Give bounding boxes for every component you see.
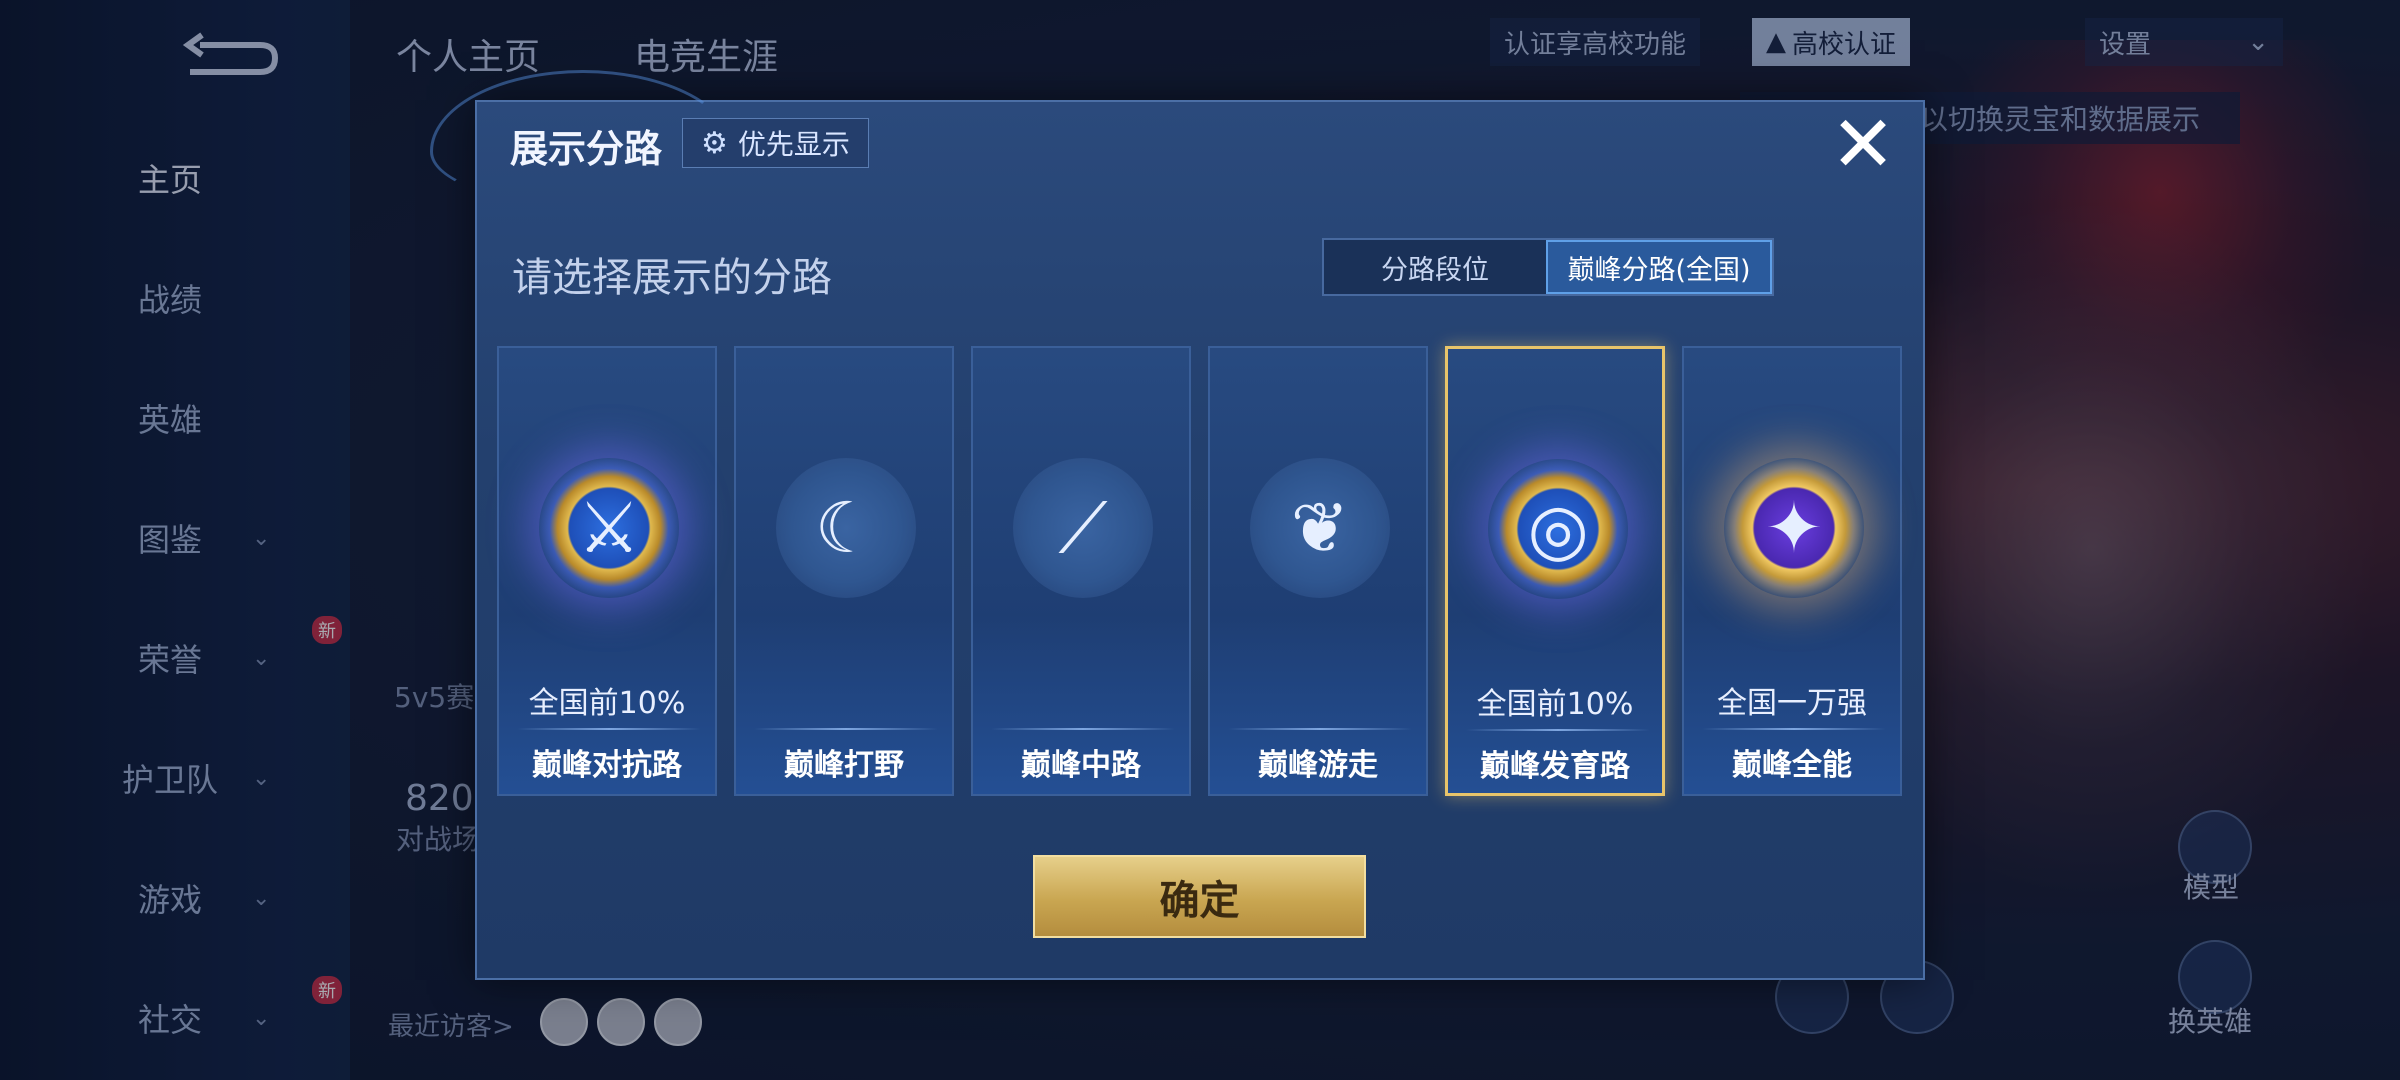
lane-symbol-icon: ⚔ [577, 487, 641, 569]
lane-card[interactable]: ⟋ 巅峰中路 [971, 346, 1191, 796]
priority-display-label: 优先显示 [737, 128, 850, 161]
lane-mode-toggle: 分路段位 巅峰分路(全国) [1322, 238, 1774, 296]
lane-card-list: ⚔ 全国前10% 巅峰对抗路 ☾ 巅峰打野 ⟋ 巅峰中路 ❦ 巅峰游走 ◎ 全国前10% 巅峰发育路 ✦… [497, 346, 1903, 796]
priority-display-button[interactable]: ⚙ 优先显示 [682, 118, 869, 168]
lane-rank-text: 全国前10% [528, 686, 686, 721]
card-divider [1466, 729, 1650, 731]
lane-card[interactable]: ✦ 全国一万强巅峰全能 [1682, 346, 1902, 796]
lane-symbol-icon: ☾ [814, 487, 878, 569]
dialog-subtitle: 请选择展示的分路 [512, 255, 832, 301]
lane-card[interactable]: ☾ 巅峰打野 [734, 346, 954, 796]
tab-peak-lane-national[interactable]: 巅峰分路(全国) [1546, 240, 1772, 294]
lane-name: 巅峰全能 [1732, 748, 1852, 783]
lane-symbol-icon: ◎ [1527, 488, 1589, 570]
lane-symbol-icon: ❦ [1290, 487, 1350, 569]
tab-lane-rank[interactable]: 分路段位 [1324, 240, 1546, 294]
lane-card[interactable]: ⚔ 全国前10% 巅峰对抗路 [497, 346, 717, 796]
gear-icon: ⚙ [701, 125, 728, 161]
card-divider [1702, 728, 1886, 730]
close-button[interactable]: ✕ [1828, 106, 1898, 184]
close-icon: ✕ [1830, 100, 1896, 190]
lane-symbol-icon: ✦ [1764, 487, 1824, 569]
confirm-button[interactable]: 确定 [1033, 855, 1366, 938]
lane-rank-text: 全国前10% [1476, 687, 1634, 722]
lane-card[interactable]: ◎ 全国前10% 巅峰发育路 [1445, 346, 1665, 796]
lane-name: 巅峰游走 [1258, 748, 1378, 783]
lane-card[interactable]: ❦ 巅峰游走 [1208, 346, 1428, 796]
card-divider [1228, 728, 1412, 730]
lane-name: 巅峰发育路 [1480, 749, 1630, 784]
lane-symbol-icon: ⟋ [1058, 486, 1108, 569]
lane-name: 巅峰对抗路 [532, 748, 682, 783]
card-divider [754, 728, 938, 730]
dialog-title: 展示分路 [510, 127, 663, 171]
lane-name: 巅峰中路 [1021, 748, 1141, 783]
card-divider [517, 728, 701, 730]
lane-name: 巅峰打野 [784, 748, 904, 783]
card-divider [991, 728, 1175, 730]
lane-rank-text: 全国一万强 [1717, 686, 1867, 721]
